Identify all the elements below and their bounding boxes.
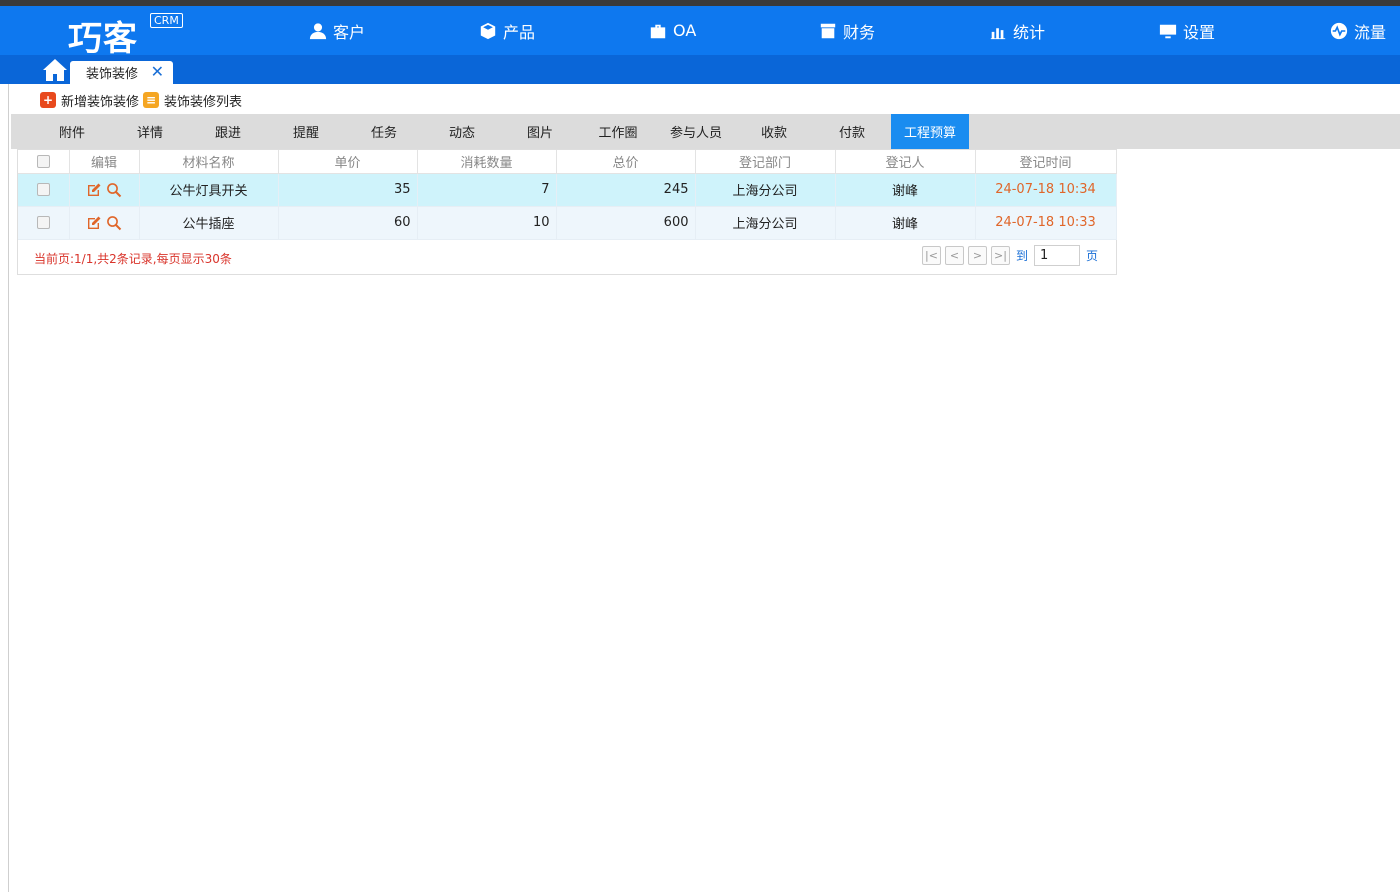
- row-actions: [69, 206, 140, 240]
- nav-finance[interactable]: 财务: [819, 6, 875, 55]
- edit-icon[interactable]: [86, 215, 102, 231]
- tab-renovation[interactable]: 装饰装修 ✕: [70, 61, 173, 84]
- prev-page-button[interactable]: <: [944, 246, 964, 265]
- pulse-icon: [1330, 22, 1348, 39]
- subtab-participants[interactable]: 参与人员: [657, 114, 735, 149]
- budget-table: 编辑 材料名称 单价 消耗数量 总价 登记部门 登记人 登记时间 公牛灯具开关 …: [18, 150, 1117, 240]
- cell-total-price: 245: [556, 173, 696, 207]
- table-header-row: 编辑 材料名称 单价 消耗数量 总价 登记部门 登记人 登记时间: [18, 150, 1117, 174]
- row-select-cell: [18, 206, 70, 240]
- cell-department: 上海分公司: [695, 206, 836, 240]
- col-total-price[interactable]: 总价: [556, 150, 696, 174]
- logo-text: 巧客: [68, 19, 138, 59]
- add-renovation-button[interactable]: + 新增装饰装修: [40, 91, 139, 110]
- renovation-list-button[interactable]: ≡ 装饰装修列表: [143, 91, 242, 110]
- page-suffix-label: 页: [1085, 249, 1098, 263]
- cell-total-price: 600: [556, 206, 696, 240]
- pager: |< < > >| 到 页: [921, 245, 1100, 266]
- cell-quantity: 10: [417, 206, 557, 240]
- cell-department: 上海分公司: [695, 173, 836, 207]
- cell-registrant: 谢峰: [835, 173, 976, 207]
- monitor-icon: [1159, 24, 1177, 38]
- subtab-workcircle[interactable]: 工作圈: [579, 114, 657, 149]
- nav-finance-label: 财务: [843, 22, 876, 42]
- view-icon[interactable]: [106, 182, 122, 198]
- col-registrant[interactable]: 登记人: [835, 150, 976, 174]
- box-icon: [480, 22, 496, 39]
- last-page-button[interactable]: >|: [990, 246, 1010, 265]
- subtab-tasks[interactable]: 任务: [345, 114, 423, 149]
- pager-info: 当前页:1/1,共2条记录,每页显示30条: [34, 252, 232, 266]
- select-all-cell: [18, 150, 70, 174]
- detail-subtabs: 附件 详情 跟进 提醒 任务 动态 图片 工作圈 参与人员 收款 付款 工程预算: [11, 114, 1400, 149]
- finance-icon: [820, 23, 836, 38]
- nav-product[interactable]: 产品: [479, 6, 535, 55]
- app-header: 巧客 CRM 客户 产品 OA 财务 统计 设置 流量: [0, 6, 1400, 59]
- next-page-button[interactable]: >: [967, 246, 987, 265]
- col-unit-price[interactable]: 单价: [278, 150, 418, 174]
- content-left-border: [8, 84, 9, 892]
- add-renovation-label: 新增装饰装修: [61, 94, 140, 110]
- table-row[interactable]: 公牛灯具开关 35 7 245 上海分公司 谢峰 24-07-18 10:34: [18, 173, 1117, 207]
- first-page-button[interactable]: |<: [921, 246, 941, 265]
- cell-registered-time: 24-07-18 10:33: [975, 206, 1117, 240]
- home-icon[interactable]: [42, 58, 68, 82]
- cell-material-name: 公牛灯具开关: [139, 173, 279, 207]
- subtab-images[interactable]: 图片: [501, 114, 579, 149]
- chart-icon: [990, 27, 1006, 39]
- subtab-followup[interactable]: 跟进: [189, 114, 267, 149]
- goto-label: 到: [1015, 249, 1028, 263]
- add-icon: +: [40, 92, 56, 108]
- page-tab-bar: 装饰装修 ✕: [0, 55, 1400, 84]
- cell-registrant: 谢峰: [835, 206, 976, 240]
- subtab-activity[interactable]: 动态: [423, 114, 501, 149]
- nav-oa[interactable]: OA: [649, 6, 696, 55]
- nav-customer[interactable]: 客户: [309, 6, 365, 55]
- edit-icon[interactable]: [86, 182, 102, 198]
- nav-traffic[interactable]: 流量: [1330, 6, 1386, 55]
- row-actions: [69, 173, 140, 207]
- col-edit: 编辑: [69, 150, 140, 174]
- row-select-cell: [18, 173, 70, 207]
- view-icon[interactable]: [106, 215, 122, 231]
- budget-grid: 编辑 材料名称 单价 消耗数量 总价 登记部门 登记人 登记时间 公牛灯具开关 …: [17, 149, 1117, 275]
- col-quantity[interactable]: 消耗数量: [417, 150, 557, 174]
- tab-renovation-label: 装饰装修: [86, 67, 139, 82]
- user-icon: [309, 22, 327, 39]
- col-department[interactable]: 登记部门: [695, 150, 836, 174]
- nav-settings-label: 设置: [1183, 22, 1216, 42]
- toolbar: + 新增装饰装修 ≡ 装饰装修列表: [40, 90, 246, 110]
- subtab-payments[interactable]: 付款: [813, 114, 891, 149]
- nav-stats[interactable]: 统计: [989, 6, 1045, 55]
- cell-quantity: 7: [417, 173, 557, 207]
- row-checkbox[interactable]: [36, 216, 50, 229]
- cell-unit-price: 60: [278, 206, 418, 240]
- select-all-checkbox[interactable]: [36, 154, 50, 168]
- nav-customer-label: 客户: [333, 22, 366, 42]
- close-icon[interactable]: ✕: [151, 64, 164, 80]
- subtab-attachments[interactable]: 附件: [33, 114, 111, 149]
- nav-settings[interactable]: 设置: [1159, 6, 1215, 55]
- subtab-reminders[interactable]: 提醒: [267, 114, 345, 149]
- nav-stats-label: 统计: [1013, 22, 1046, 42]
- nav-traffic-label: 流量: [1354, 22, 1387, 42]
- subtab-receipts[interactable]: 收款: [735, 114, 813, 149]
- subtab-project-budget[interactable]: 工程预算: [891, 114, 969, 149]
- list-icon: ≡: [143, 92, 160, 108]
- briefcase-icon: [650, 24, 666, 38]
- cell-unit-price: 35: [278, 173, 418, 207]
- page-number-input[interactable]: [1033, 245, 1080, 266]
- subtab-details[interactable]: 详情: [111, 114, 189, 149]
- nav-oa-label: OA: [673, 21, 697, 40]
- table-row[interactable]: 公牛插座 60 10 600 上海分公司 谢峰 24-07-18 10:33: [18, 206, 1117, 240]
- nav-product-label: 产品: [503, 22, 536, 42]
- logo-badge: CRM: [150, 13, 183, 28]
- renovation-list-label: 装饰装修列表: [164, 94, 243, 110]
- row-checkbox[interactable]: [36, 183, 50, 196]
- col-registered-time[interactable]: 登记时间: [975, 150, 1117, 174]
- col-material-name[interactable]: 材料名称: [139, 150, 279, 174]
- cell-registered-time: 24-07-18 10:34: [975, 173, 1117, 207]
- cell-material-name: 公牛插座: [139, 206, 279, 240]
